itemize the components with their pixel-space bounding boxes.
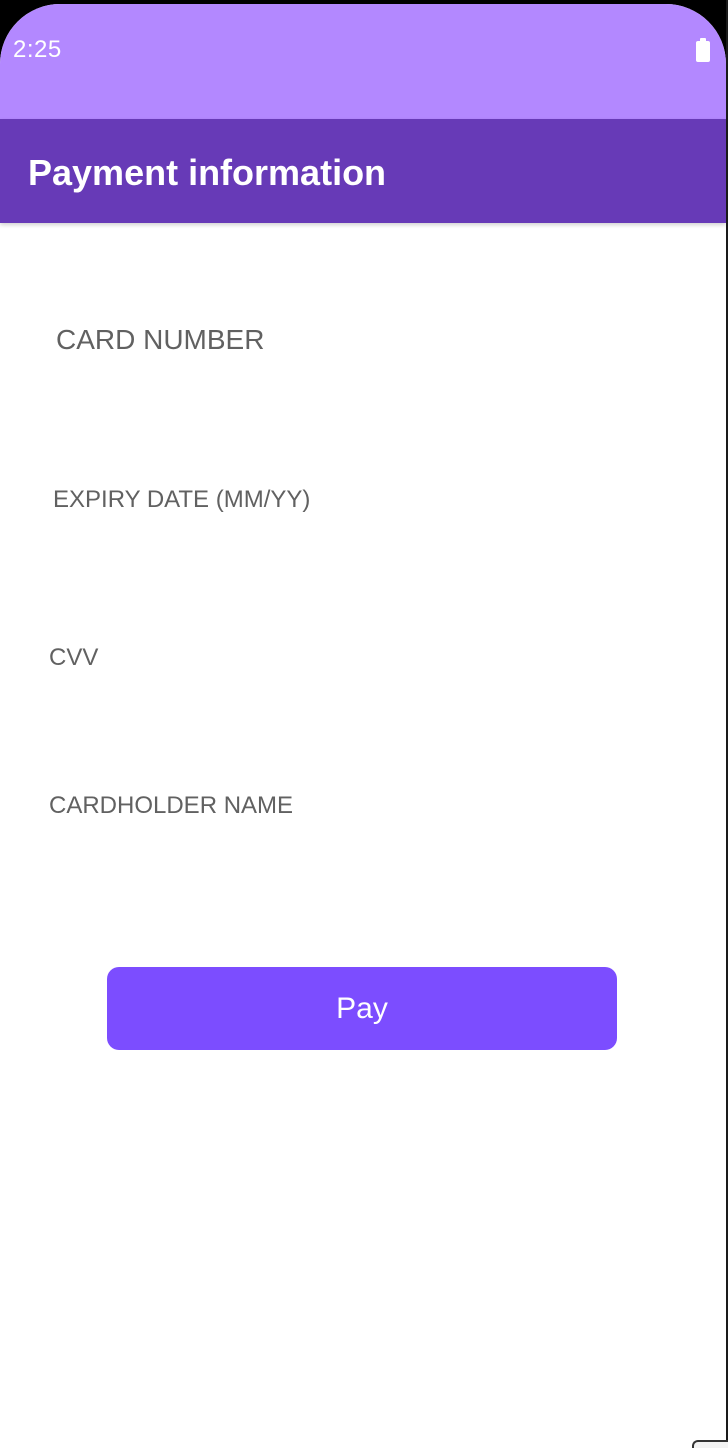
app-bar: Payment information	[0, 119, 726, 223]
resize-handle[interactable]	[692, 1440, 728, 1448]
page-title: Payment information	[28, 152, 387, 193]
status-time: 2:25	[13, 36, 62, 63]
card-number-field[interactable]: CARD NUMBER	[56, 324, 264, 356]
expiry-date-field[interactable]: EXPIRY DATE (MM/YY)	[53, 486, 310, 514]
app-screen: 2:25 Payment information CARD NUMBER EXP…	[0, 4, 726, 1448]
cardholder-name-field[interactable]: CARDHOLDER NAME	[49, 792, 293, 820]
status-bar: 2:25	[0, 4, 726, 119]
cvv-field[interactable]: CVV	[49, 644, 98, 672]
pay-button[interactable]: Pay	[107, 967, 617, 1050]
battery-full-icon	[696, 38, 710, 62]
pay-button-label: Pay	[336, 991, 388, 1025]
